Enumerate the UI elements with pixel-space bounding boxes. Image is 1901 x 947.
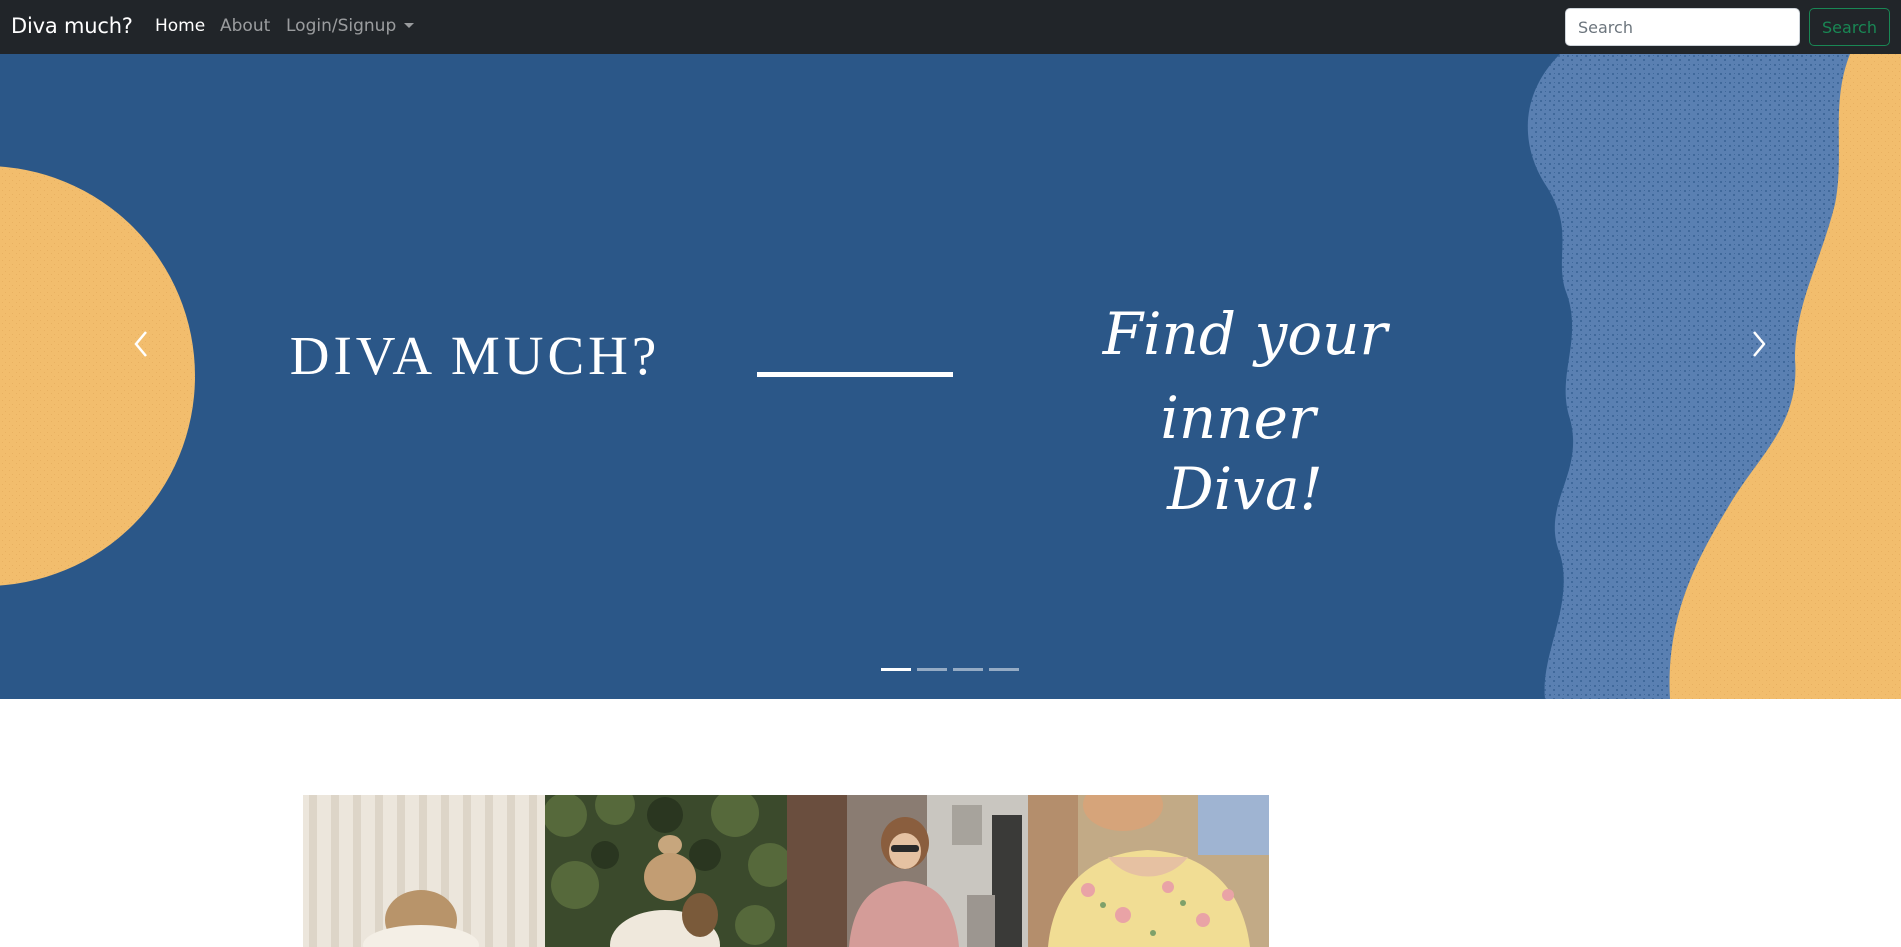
caret-down-icon [404, 23, 415, 28]
carousel-indicator-3[interactable] [953, 668, 983, 671]
gallery-image-4[interactable] [1028, 795, 1269, 947]
slide-title: DIVA MUCH? [290, 325, 661, 386]
nav-about-link[interactable]: About [220, 16, 270, 36]
slide-tagline-line-3: Diva! [1166, 455, 1323, 523]
carousel-indicator-1[interactable] [881, 668, 911, 671]
carousel-prev-button[interactable] [108, 304, 178, 384]
chevron-left-icon [134, 331, 147, 357]
slide-tagline-line-2: inner [1160, 384, 1319, 452]
gallery-image-1[interactable] [303, 795, 545, 947]
nav-login-label: Login/Signup [286, 16, 397, 36]
carousel-next-button[interactable] [1724, 304, 1794, 384]
gallery-image-3[interactable] [787, 795, 1028, 947]
nav-login-dropdown[interactable]: Login/Signup [286, 16, 415, 36]
navbar: Diva much? Home About Login/Signup Searc… [0, 0, 1901, 54]
chevron-right-icon [1753, 331, 1766, 357]
hero-slide-art: DIVA MUCH? Find your inner Diva! [0, 54, 1901, 699]
search-input[interactable] [1565, 8, 1800, 46]
search-button[interactable]: Search [1809, 8, 1890, 46]
slide-divider [757, 372, 953, 377]
carousel-indicators [881, 668, 1021, 674]
gallery-image-2[interactable] [545, 795, 787, 947]
nav-home-link[interactable]: Home [155, 16, 205, 36]
slide-tagline-line-1: Find your [1102, 300, 1391, 368]
photo-gallery [303, 795, 1269, 947]
brand-link[interactable]: Diva much? [11, 14, 133, 38]
hero-carousel: DIVA MUCH? Find your inner Diva! [0, 54, 1901, 699]
carousel-indicator-4[interactable] [989, 668, 1019, 671]
carousel-indicator-2[interactable] [917, 668, 947, 671]
